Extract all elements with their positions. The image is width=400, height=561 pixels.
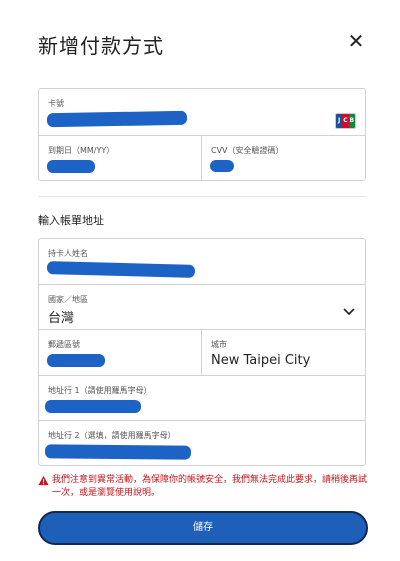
city-value: New Taipei City — [211, 353, 311, 368]
expiry-field[interactable]: 到期日（MM/YY） — [39, 136, 202, 180]
card-number-value — [46, 110, 188, 128]
address-line1-field[interactable]: 地址行 1（請使用羅馬字母） — [39, 376, 365, 421]
save-button[interactable]: 儲存 — [38, 511, 368, 545]
address-line1-value — [45, 400, 141, 413]
dialog-title: 新增付款方式 — [38, 34, 164, 58]
close-icon[interactable]: ✕ — [345, 30, 367, 52]
city-label: 城市 — [211, 340, 227, 349]
error-message-text: 我們注意到異常活動，為保障你的帳號安全，我們無法完成此要求，請稍後再試一次，或是… — [52, 475, 368, 498]
expiry-value — [47, 160, 95, 173]
card-number-label: 卡號 — [48, 99, 64, 108]
card-number-field[interactable]: 卡號 JCB — [39, 89, 365, 136]
section-divider — [38, 196, 366, 197]
country-select[interactable]: 國家／地區 台灣 — [39, 285, 365, 330]
jcb-card-icon: JCB — [335, 113, 356, 129]
chevron-down-icon[interactable] — [343, 307, 355, 317]
cvv-field[interactable]: CVV（安全驗證碼） — [202, 136, 365, 180]
postal-code-value — [47, 354, 105, 367]
billing-section-title: 輸入帳單地址 — [38, 214, 104, 227]
address-line2-label: 地址行 2（選填，請使用羅馬字母） — [48, 431, 176, 440]
card-info-group: 卡號 JCB 到期日（MM/YY） CVV（安全驗證碼） — [38, 88, 366, 181]
cardholder-name-field[interactable]: 持卡人姓名 — [39, 239, 365, 285]
cvv-value — [210, 160, 234, 172]
postal-code-field[interactable]: 郵遞區號 — [39, 330, 202, 376]
country-value: 台灣 — [48, 311, 75, 326]
address-line2-field[interactable]: 地址行 2（選填，請使用羅馬字母） — [39, 421, 365, 465]
cardholder-name-value — [46, 261, 196, 278]
address-line2-value — [44, 444, 192, 460]
cardholder-name-label: 持卡人姓名 — [48, 249, 88, 258]
billing-address-group: 持卡人姓名 國家／地區 台灣 郵遞區號 城市 New Taipei City 地… — [38, 238, 366, 466]
postal-code-label: 郵遞區號 — [48, 340, 80, 349]
country-label: 國家／地區 — [48, 295, 88, 304]
city-field[interactable]: 城市 New Taipei City — [202, 330, 365, 376]
expiry-label: 到期日（MM/YY） — [48, 146, 115, 155]
address-line1-label: 地址行 1（請使用羅馬字母） — [48, 386, 152, 395]
cvv-label: CVV（安全驗證碼） — [211, 146, 284, 155]
warning-icon — [38, 475, 49, 486]
